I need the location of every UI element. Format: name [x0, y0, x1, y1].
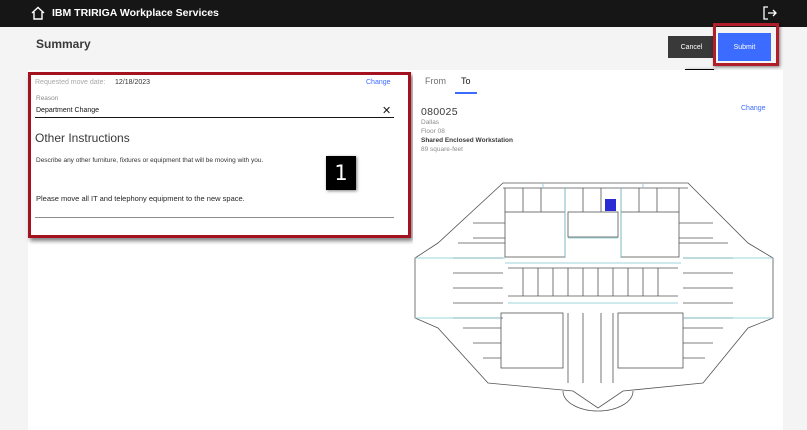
space-type: Shared Enclosed Workstation	[421, 137, 513, 144]
space-id: 080025	[421, 106, 458, 118]
change-location-link[interactable]: Change	[741, 105, 766, 112]
space-floor: Floor 08	[421, 128, 445, 135]
logout-icon[interactable]	[762, 5, 778, 21]
space-city: Dallas	[421, 119, 440, 126]
home-icon[interactable]	[30, 5, 46, 21]
active-tab-indicator	[455, 92, 477, 94]
floor-plan-map[interactable]	[413, 178, 775, 414]
submit-highlight-box	[713, 23, 779, 66]
tab-to[interactable]: To	[461, 76, 471, 86]
page-title: Summary	[36, 37, 91, 51]
app-title: IBM TRIRIGA Workplace Services	[52, 7, 219, 19]
cancel-button[interactable]: Cancel	[668, 36, 715, 58]
tab-from[interactable]: From	[425, 76, 446, 86]
details-highlight-box	[28, 72, 411, 238]
space-area: 89 square-feet	[421, 146, 463, 153]
top-bar: IBM TRIRIGA Workplace Services	[0, 0, 807, 27]
callout-badge-1: 1	[326, 156, 356, 190]
